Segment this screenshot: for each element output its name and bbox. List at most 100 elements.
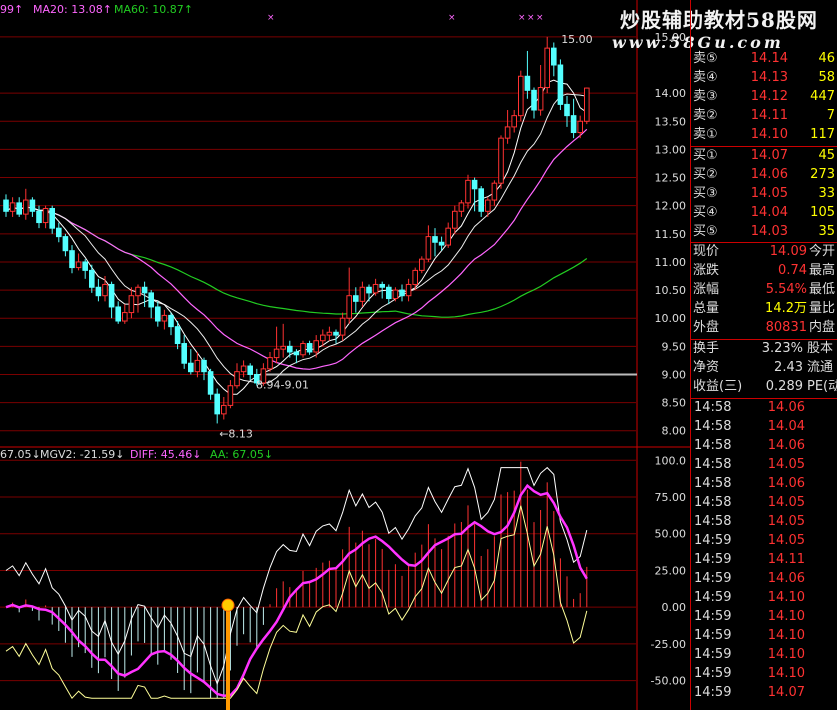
candle-body <box>504 126 511 139</box>
bid-row[interactable]: 买② 14.06 273 <box>691 166 837 184</box>
candle-body <box>392 289 399 300</box>
candle-body <box>471 179 478 190</box>
ma5-line <box>5 79 588 395</box>
candle-body <box>346 295 352 319</box>
y-tick-label: 10.00 <box>655 312 687 325</box>
quote-panel: 卖⑤ 14.14 46 卖④ 14.13 58 卖③ 14.12 447 卖② 14.11 7 卖① 14… <box>690 0 837 710</box>
bid-qty: 45 <box>818 148 835 163</box>
candle-body <box>432 236 438 243</box>
stat-row[interactable]: 涨幅 5.54% 最低 <box>691 281 837 299</box>
candle-body <box>531 89 537 111</box>
stat-label: 换手 <box>693 341 720 356</box>
bid-label: 买③ <box>693 186 718 201</box>
tick-row[interactable]: 14:58 14.06 <box>691 399 837 417</box>
tick-price: 14.06 <box>767 476 805 491</box>
stat-label2: 今开 <box>809 244 836 259</box>
ask-row[interactable]: 卖⑤ 14.14 46 <box>691 50 837 68</box>
tick-row[interactable]: 14:58 14.06 <box>691 475 837 493</box>
ask-qty: 58 <box>818 70 835 85</box>
candle-body <box>95 286 102 297</box>
y-tick-label: 13.00 <box>655 143 687 156</box>
stat-row[interactable]: 外盘 80831 内盘 <box>691 319 837 337</box>
stat-row[interactable]: 换手 3.23% 股本 <box>691 340 837 358</box>
ask-row[interactable]: 卖① 14.10 117 <box>691 126 837 144</box>
stat-row[interactable]: 涨跌 0.74 最高 <box>691 262 837 280</box>
candle-body <box>584 87 590 122</box>
stat-value: 14.2万 <box>765 301 807 316</box>
ask-label: 卖⑤ <box>693 51 718 66</box>
candle-body <box>339 317 346 336</box>
stat-value: 80831 <box>765 320 807 335</box>
bid-label: 买⑤ <box>693 224 718 239</box>
tick-row[interactable]: 14:59 14.10 <box>691 646 837 664</box>
bid-row[interactable]: 买① 14.07 45 <box>691 147 837 165</box>
ask-row[interactable]: 卖② 14.11 7 <box>691 107 837 125</box>
tick-row[interactable]: 14:58 14.05 <box>691 494 837 512</box>
tick-row[interactable]: 14:59 14.10 <box>691 627 837 645</box>
candle-body <box>3 199 9 212</box>
y-tick-label: 75.00 <box>655 491 687 504</box>
stat-label2: 内盘 <box>809 320 836 335</box>
stat-row[interactable]: 现价 14.09 今开 <box>691 243 837 261</box>
bid-label: 买② <box>693 167 718 182</box>
y-tick-label: 13.50 <box>655 115 687 128</box>
tick-row[interactable]: 14:58 14.05 <box>691 456 837 474</box>
candle-body <box>207 371 214 395</box>
candle-body <box>89 269 95 288</box>
mgv2-label: MGV2: -21.59↓ <box>40 448 124 461</box>
stat-row[interactable]: 净资 2.43 流通 <box>691 359 837 377</box>
candle-body <box>452 210 458 229</box>
candle-body <box>155 306 161 322</box>
tick-row[interactable]: 14:59 14.10 <box>691 589 837 607</box>
candle-body <box>108 283 115 308</box>
bid-price: 14.04 <box>750 205 788 220</box>
tick-row[interactable]: 14:59 14.06 <box>691 570 837 588</box>
tick-row[interactable]: 14:59 14.11 <box>691 551 837 569</box>
tick-row[interactable]: 14:58 14.05 <box>691 513 837 531</box>
candle-body <box>577 120 584 134</box>
candle-body <box>273 348 280 359</box>
tick-price: 14.10 <box>767 628 805 643</box>
candle-body <box>498 137 504 184</box>
y-tick-label: 50.00 <box>655 528 687 541</box>
candle-body <box>23 199 29 215</box>
candle-body <box>524 75 531 91</box>
signal-mark: × <box>267 13 275 23</box>
tick-time: 14:58 <box>694 476 732 491</box>
stat-value: 0.74 <box>778 263 807 278</box>
signal-mark: × <box>527 13 535 23</box>
candle-body <box>181 343 187 364</box>
candle-body <box>544 47 551 89</box>
tick-row[interactable]: 14:58 14.06 <box>691 437 837 455</box>
ask-row[interactable]: 卖④ 14.13 58 <box>691 69 837 87</box>
stat-row[interactable]: 总量 14.2万 量比 <box>691 300 837 318</box>
tick-row[interactable]: 14:58 14.04 <box>691 418 837 436</box>
bid-row[interactable]: 买③ 14.05 33 <box>691 185 837 203</box>
tick-time: 14:58 <box>694 514 732 529</box>
bid-row[interactable]: 买④ 14.04 105 <box>691 204 837 222</box>
candle-body <box>438 241 445 246</box>
ask-row[interactable]: 卖③ 14.12 447 <box>691 88 837 106</box>
tick-time: 14:59 <box>694 666 732 681</box>
candlestick-chart[interactable]: 15.00 14.00 13.50 13.00 12.50 12.00 11.50 11.00… <box>0 0 690 710</box>
stat-label2: PE(动) <box>807 379 837 394</box>
tick-row[interactable]: 14:59 14.10 <box>691 608 837 626</box>
candle-body <box>445 227 451 246</box>
candle-body <box>564 103 570 117</box>
y-tick-label: -25.00 <box>651 638 686 651</box>
candle-body <box>168 314 174 328</box>
y-tick-label: 9.00 <box>662 368 687 381</box>
bid-row[interactable]: 买⑤ 14.03 35 <box>691 223 837 241</box>
bid-price: 14.06 <box>750 167 788 182</box>
tick-row[interactable]: 14:59 14.10 <box>691 665 837 683</box>
ma-partial-label: 99↑ <box>0 3 23 16</box>
candle-body <box>115 306 122 322</box>
candle-body <box>570 115 577 134</box>
candle-body <box>300 343 306 356</box>
candle-body <box>386 286 392 300</box>
tick-row[interactable]: 14:59 14.07 <box>691 684 837 702</box>
tick-row[interactable]: 14:59 14.05 <box>691 532 837 550</box>
stat-row[interactable]: 收益(三)0.289PE(动) <box>691 378 837 396</box>
candle-body <box>412 269 418 285</box>
stat-value: 5.54% <box>765 282 807 297</box>
